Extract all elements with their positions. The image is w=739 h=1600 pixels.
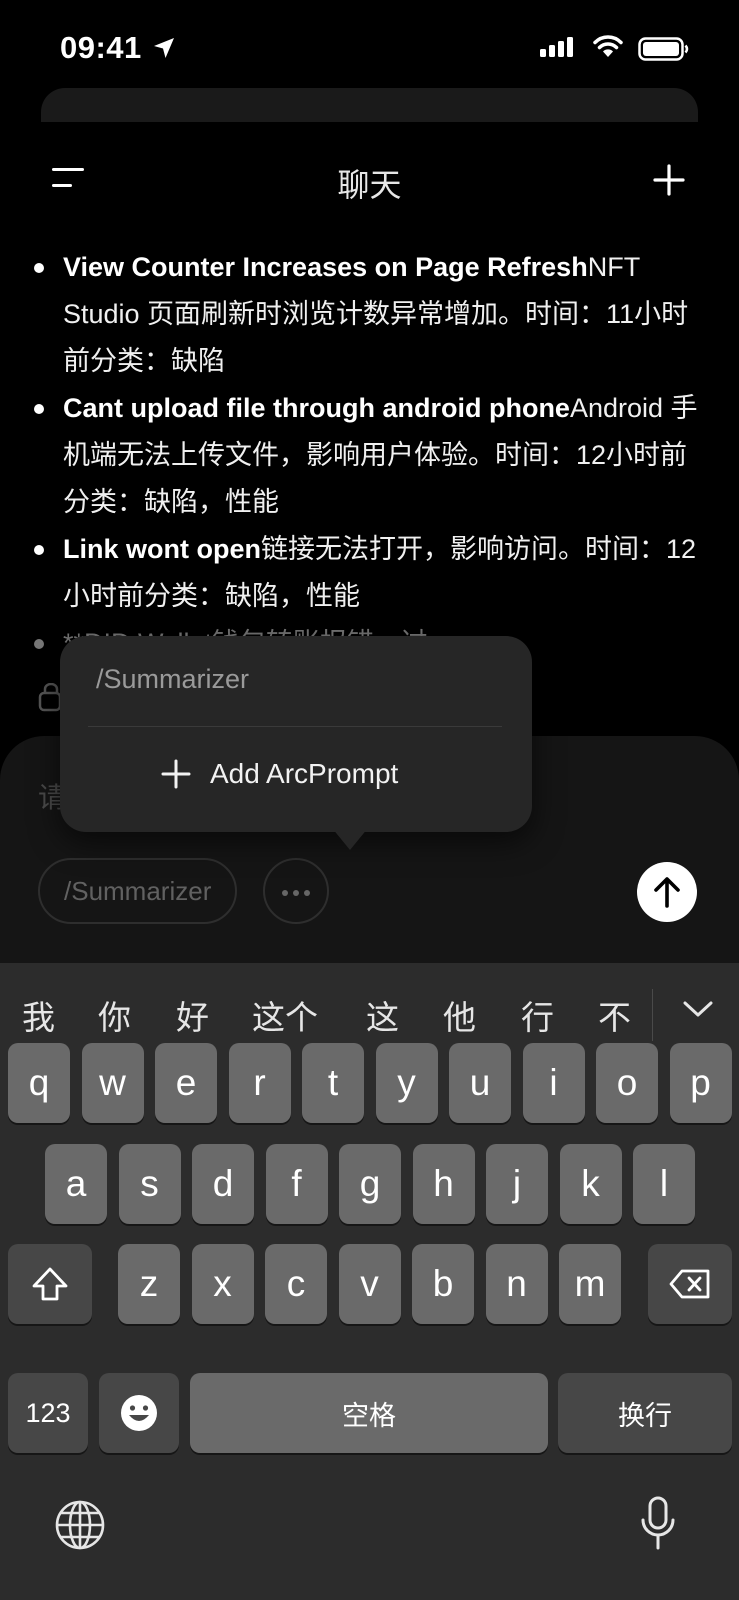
key-m[interactable]: m bbox=[559, 1244, 621, 1324]
list-item: Cant upload file through android phoneAn… bbox=[30, 385, 710, 526]
status-time: 09:41 bbox=[60, 30, 142, 65]
key-h[interactable]: h bbox=[412, 1144, 475, 1224]
key-i[interactable]: i bbox=[522, 1043, 585, 1123]
candidate-word[interactable]: 你 bbox=[98, 991, 131, 1039]
key-o[interactable]: o bbox=[596, 1043, 658, 1123]
top-card bbox=[41, 88, 698, 122]
summarizer-chip[interactable]: /Summarizer bbox=[38, 858, 238, 924]
key-f[interactable]: f bbox=[265, 1144, 328, 1224]
candidate-word[interactable]: 行 bbox=[521, 991, 554, 1039]
list-item: Link wont open链接无法打开，影响访问。时间：12小时前分类：缺陷，… bbox=[30, 526, 710, 620]
microphone-icon[interactable] bbox=[639, 1495, 677, 1553]
arrow-up-icon bbox=[654, 877, 680, 908]
key-x[interactable]: x bbox=[191, 1244, 254, 1324]
key-s[interactable]: s bbox=[118, 1144, 181, 1224]
key-z[interactable]: z bbox=[118, 1244, 180, 1324]
key-j[interactable]: j bbox=[486, 1144, 548, 1224]
key-w[interactable]: w bbox=[81, 1043, 144, 1123]
return-key[interactable]: 换行 bbox=[558, 1373, 732, 1453]
space-key[interactable]: 空格 bbox=[190, 1373, 548, 1453]
popover-arrow bbox=[332, 828, 368, 850]
send-button[interactable] bbox=[637, 862, 697, 922]
backspace-icon bbox=[669, 1269, 710, 1299]
popover-item-summarizer[interactable]: /Summarizer bbox=[96, 664, 249, 695]
key-l[interactable]: l bbox=[633, 1144, 695, 1224]
cellular-signal-icon bbox=[540, 37, 573, 57]
key-b[interactable]: b bbox=[412, 1244, 474, 1324]
key-t[interactable]: t bbox=[302, 1043, 364, 1123]
key-e[interactable]: e bbox=[155, 1043, 217, 1123]
more-button[interactable] bbox=[263, 858, 329, 924]
key-n[interactable]: n bbox=[485, 1244, 548, 1324]
divider bbox=[652, 989, 653, 1041]
divider bbox=[88, 726, 502, 727]
plus-icon bbox=[161, 759, 191, 789]
new-chat-icon[interactable] bbox=[653, 164, 685, 196]
emoji-icon bbox=[121, 1395, 157, 1431]
key-p[interactable]: p bbox=[669, 1043, 732, 1123]
key-u[interactable]: u bbox=[449, 1043, 511, 1123]
issue-list: View Counter Increases on Page RefreshNF… bbox=[30, 244, 710, 660]
globe-icon[interactable] bbox=[54, 1499, 106, 1551]
prompt-popover: /Summarizer Add ArcPrompt bbox=[60, 636, 532, 850]
backspace-key[interactable] bbox=[648, 1244, 732, 1324]
chevron-down-icon[interactable] bbox=[682, 999, 714, 1019]
shift-icon bbox=[32, 1267, 68, 1301]
chat-message: View Counter Increases on Page RefreshNF… bbox=[30, 244, 710, 660]
issue-title: Link wont open bbox=[63, 534, 261, 564]
page-title: 聊天 bbox=[337, 167, 402, 203]
status-bar: 09:41 bbox=[0, 0, 739, 100]
battery-icon bbox=[638, 37, 689, 61]
wifi-icon bbox=[593, 35, 623, 57]
candidate-word[interactable]: 这 bbox=[366, 991, 399, 1039]
emoji-key[interactable] bbox=[99, 1373, 179, 1453]
key-q[interactable]: q bbox=[8, 1043, 70, 1123]
key-r[interactable]: r bbox=[228, 1043, 291, 1123]
issue-title: View Counter Increases on Page Refresh bbox=[63, 252, 588, 282]
key-a[interactable]: a bbox=[45, 1144, 107, 1224]
key-d[interactable]: d bbox=[192, 1144, 254, 1224]
numbers-key[interactable]: 123 bbox=[8, 1373, 88, 1453]
candidate-word[interactable]: 好 bbox=[176, 991, 209, 1039]
location-arrow-icon bbox=[154, 38, 174, 58]
key-v[interactable]: v bbox=[338, 1244, 401, 1324]
shift-key[interactable] bbox=[8, 1244, 92, 1324]
candidate-word[interactable]: 我 bbox=[22, 991, 55, 1039]
key-y[interactable]: y bbox=[375, 1043, 438, 1123]
candidate-word[interactable]: 这个 bbox=[252, 991, 318, 1039]
keyboard: 我 你 好 这个 这 他 行 不 qwertyuiop asdfghjkl zxcv… bbox=[0, 963, 739, 1600]
key-c[interactable]: c bbox=[265, 1244, 327, 1324]
candidate-word[interactable]: 不 bbox=[598, 991, 631, 1039]
issue-title: Cant upload file through android phone bbox=[63, 393, 570, 423]
add-arcprompt-label: Add ArcPrompt bbox=[210, 758, 399, 789]
add-arcprompt-button[interactable]: Add ArcPrompt bbox=[160, 758, 398, 790]
key-g[interactable]: g bbox=[339, 1144, 401, 1224]
candidate-word[interactable]: 他 bbox=[443, 991, 476, 1039]
key-k[interactable]: k bbox=[559, 1144, 622, 1224]
list-item: View Counter Increases on Page RefreshNF… bbox=[30, 244, 710, 385]
